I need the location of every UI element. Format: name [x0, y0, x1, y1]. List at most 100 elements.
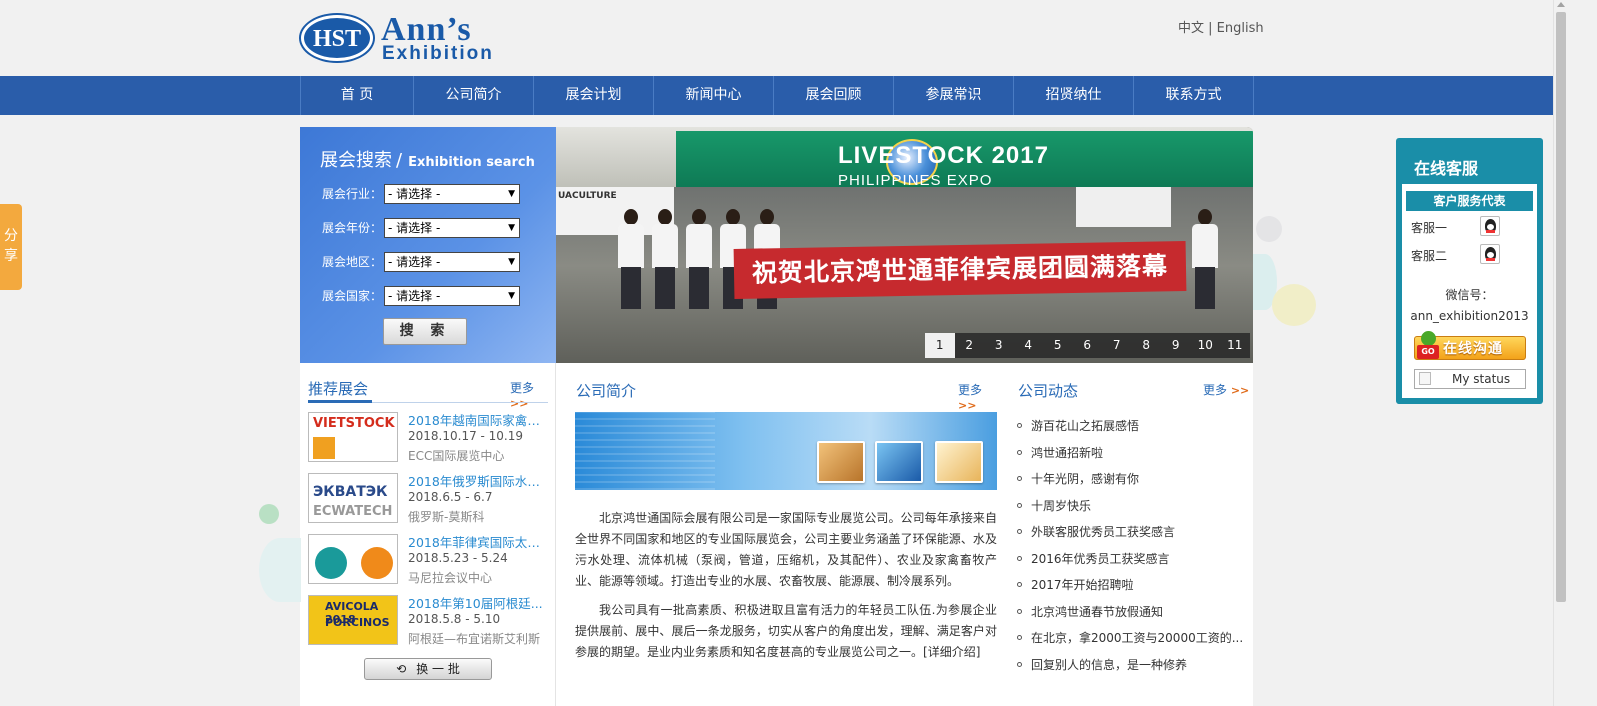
- nav-review[interactable]: 展会回顾: [774, 76, 894, 115]
- bullet-icon: [1017, 582, 1022, 587]
- company-more-link[interactable]: 更多 >>: [958, 381, 1000, 412]
- country-select-value: - 请选择 -: [388, 289, 441, 303]
- bullet-icon: [1017, 662, 1022, 667]
- recommend-divider-accent: [308, 400, 372, 403]
- share-tab[interactable]: 分享: [0, 204, 22, 290]
- slide-page-4[interactable]: 4: [1014, 333, 1044, 358]
- search-title-zh: 展会搜索: [320, 150, 392, 171]
- company-more-text: 更多: [958, 383, 983, 397]
- search-title: 展会搜索 / Exhibition search: [320, 146, 535, 172]
- main-navbar: 首 页 公司简介 展会计划 新闻中心 展会回顾 参展常识 招贤纳仕 联系方式: [0, 76, 1553, 115]
- exhibition-thumbnail[interactable]: [308, 534, 398, 584]
- clock-icon: [875, 441, 923, 483]
- banner-slideshow[interactable]: LIVESTOCK 2017 PHILIPPINES EXPO UACULTURE…: [556, 127, 1253, 363]
- news-item[interactable]: 北京鸿世通春节放假通知: [1017, 603, 1247, 620]
- lang-english-link[interactable]: English: [1217, 21, 1264, 36]
- exhibition-thumbnail[interactable]: AVICOLA 2018 PORCINOS: [308, 595, 398, 645]
- banner-photo-stand-right: [1076, 187, 1171, 227]
- slide-page-6[interactable]: 6: [1073, 333, 1103, 358]
- exhibition-thumbnail[interactable]: ЭКВАТЭК ECWATECH: [308, 473, 398, 523]
- region-select-value: - 请选择 -: [388, 255, 441, 269]
- scroll-thumb[interactable]: [1556, 12, 1566, 602]
- news-item[interactable]: 外联客服优秀员工获奖感言: [1017, 523, 1247, 540]
- news-more-link[interactable]: 更多 >>: [1203, 381, 1249, 398]
- logo-subtitle: Exhibition: [382, 43, 494, 64]
- exhibition-date: 2018.5.8 - 5.10: [408, 612, 501, 626]
- nav-news[interactable]: 新闻中心: [654, 76, 774, 115]
- logo-emblem-icon: HST: [301, 15, 373, 61]
- slide-page-9[interactable]: 9: [1161, 333, 1191, 358]
- slide-page-7[interactable]: 7: [1102, 333, 1132, 358]
- news-item[interactable]: 十周岁快乐: [1017, 497, 1247, 514]
- lang-chinese-link[interactable]: 中文: [1178, 21, 1204, 36]
- online-chat-button[interactable]: 在线沟通: [1414, 331, 1526, 360]
- news-item-text: 十年光阴，感谢有你: [1031, 472, 1140, 486]
- wechat-info: 微信号： ann_exhibition2013: [1402, 285, 1537, 327]
- exhibition-name[interactable]: 2018年俄罗斯国际水处...: [408, 471, 548, 490]
- year-select[interactable]: - 请选择 - ▼: [384, 218, 520, 238]
- exhibition-name[interactable]: 2018年菲律宾国际太阳...: [408, 532, 548, 551]
- slide-page-2[interactable]: 2: [955, 333, 985, 358]
- exhibition-search-panel: 展会搜索 / Exhibition search 展会行业： - 请选择 - ▼ 展会…: [300, 127, 556, 363]
- nav-knowledge[interactable]: 参展常识: [894, 76, 1014, 115]
- news-item-text: 北京鸿世通春节放假通知: [1031, 605, 1164, 619]
- ee-logo-icon: [361, 547, 393, 579]
- exhibition-name[interactable]: 2018年越南国际家禽畜...: [408, 410, 548, 429]
- region-select[interactable]: - 请选择 - ▼: [384, 252, 520, 272]
- decorative-bubble: [1256, 216, 1282, 242]
- bullet-icon: [1017, 529, 1022, 534]
- news-item-text: 2016年优秀员工获奖感言: [1031, 552, 1170, 566]
- page-scrollbar[interactable]: [1553, 0, 1567, 706]
- exhibition-name[interactable]: 2018年第10届阿根廷...: [408, 593, 548, 612]
- more-arrow-icon: >>: [958, 399, 977, 412]
- broken-image-icon: [1419, 372, 1431, 385]
- slide-page-5[interactable]: 5: [1043, 333, 1073, 358]
- qq-chat-icon[interactable]: [1480, 216, 1500, 236]
- news-item[interactable]: 在北京，拿2000工资与20000工资的...: [1017, 629, 1247, 646]
- company-news: 公司动态 更多 >> 游百花山之拓展感悟 鸿世通招新啦 十年光阴，感谢有你 十周…: [1017, 363, 1253, 706]
- scroll-up-arrow-icon[interactable]: [1557, 2, 1565, 7]
- exhibition-item[interactable]: AVICOLA 2018 PORCINOS 2018年第10届阿根廷... 20…: [308, 595, 552, 647]
- swap-batch-button[interactable]: ⟲ 换 一 批: [364, 658, 492, 680]
- banner-photo-sign: LIVESTOCK 2017 PHILIPPINES EXPO: [676, 131, 1253, 189]
- news-item-text: 2017年开始招聘啦: [1031, 578, 1134, 592]
- person-figure: [618, 209, 644, 309]
- cs-subtitle: 客户服务代表: [1406, 191, 1533, 211]
- exhibition-item[interactable]: 2018年菲律宾国际太阳... 2018.5.23 - 5.24 马尼拉会议中心: [308, 534, 552, 586]
- nav-careers[interactable]: 招贤纳仕: [1014, 76, 1134, 115]
- my-status-badge[interactable]: My status: [1414, 369, 1526, 389]
- nav-exhibition-plan[interactable]: 展会计划: [534, 76, 654, 115]
- news-item[interactable]: 游百花山之拓展感悟: [1017, 417, 1247, 434]
- nav-home[interactable]: 首 页: [301, 76, 414, 115]
- news-item-text: 鸿世通招新啦: [1031, 446, 1104, 460]
- exhibition-thumbnail[interactable]: VIETSTOCK: [308, 412, 398, 462]
- news-item[interactable]: 2016年优秀员工获奖感言: [1017, 550, 1247, 567]
- industry-select[interactable]: - 请选择 - ▼: [384, 184, 520, 204]
- exhibition-item[interactable]: VIETSTOCK 2018年越南国际家禽畜... 2018.10.17 - 1…: [308, 412, 552, 464]
- qq-chat-icon[interactable]: [1480, 244, 1500, 264]
- recommend-title: 推荐展会: [308, 380, 369, 398]
- slide-page-3[interactable]: 3: [984, 333, 1014, 358]
- nav-about[interactable]: 公司简介: [414, 76, 534, 115]
- detail-intro-link[interactable]: [详细介绍]: [923, 645, 980, 659]
- dropdown-arrow-icon: ▼: [508, 291, 515, 301]
- handshake-icon: [817, 441, 865, 483]
- re-logo-icon: [315, 547, 347, 579]
- country-select[interactable]: - 请选择 - ▼: [384, 286, 520, 306]
- news-item[interactable]: 十年光阴，感谢有你: [1017, 470, 1247, 487]
- nav-contact[interactable]: 联系方式: [1134, 76, 1254, 115]
- slide-page-8[interactable]: 8: [1132, 333, 1162, 358]
- recommended-exhibitions: 推荐展会 更多 >> VIETSTOCK 2018年越南国际家禽畜... 201…: [300, 363, 556, 706]
- slide-page-10[interactable]: 10: [1191, 333, 1221, 358]
- thumb-logo-icon: [313, 437, 335, 459]
- slide-page-11[interactable]: 11: [1220, 333, 1250, 358]
- exhibition-item[interactable]: ЭКВАТЭК ECWATECH 2018年俄罗斯国际水处... 2018.6.…: [308, 473, 552, 525]
- news-more-text: 更多: [1203, 383, 1228, 397]
- recommend-more-link[interactable]: 更多 >>: [510, 379, 555, 410]
- slide-page-1[interactable]: 1: [925, 333, 955, 358]
- news-item[interactable]: 2017年开始招聘啦: [1017, 576, 1247, 593]
- news-item[interactable]: 鸿世通招新啦: [1017, 444, 1247, 461]
- logo[interactable]: HST Ann’s Exhibition: [301, 11, 521, 65]
- news-item[interactable]: 回复别人的信息，是一种修养: [1017, 656, 1247, 673]
- search-button[interactable]: 搜 索: [383, 318, 467, 345]
